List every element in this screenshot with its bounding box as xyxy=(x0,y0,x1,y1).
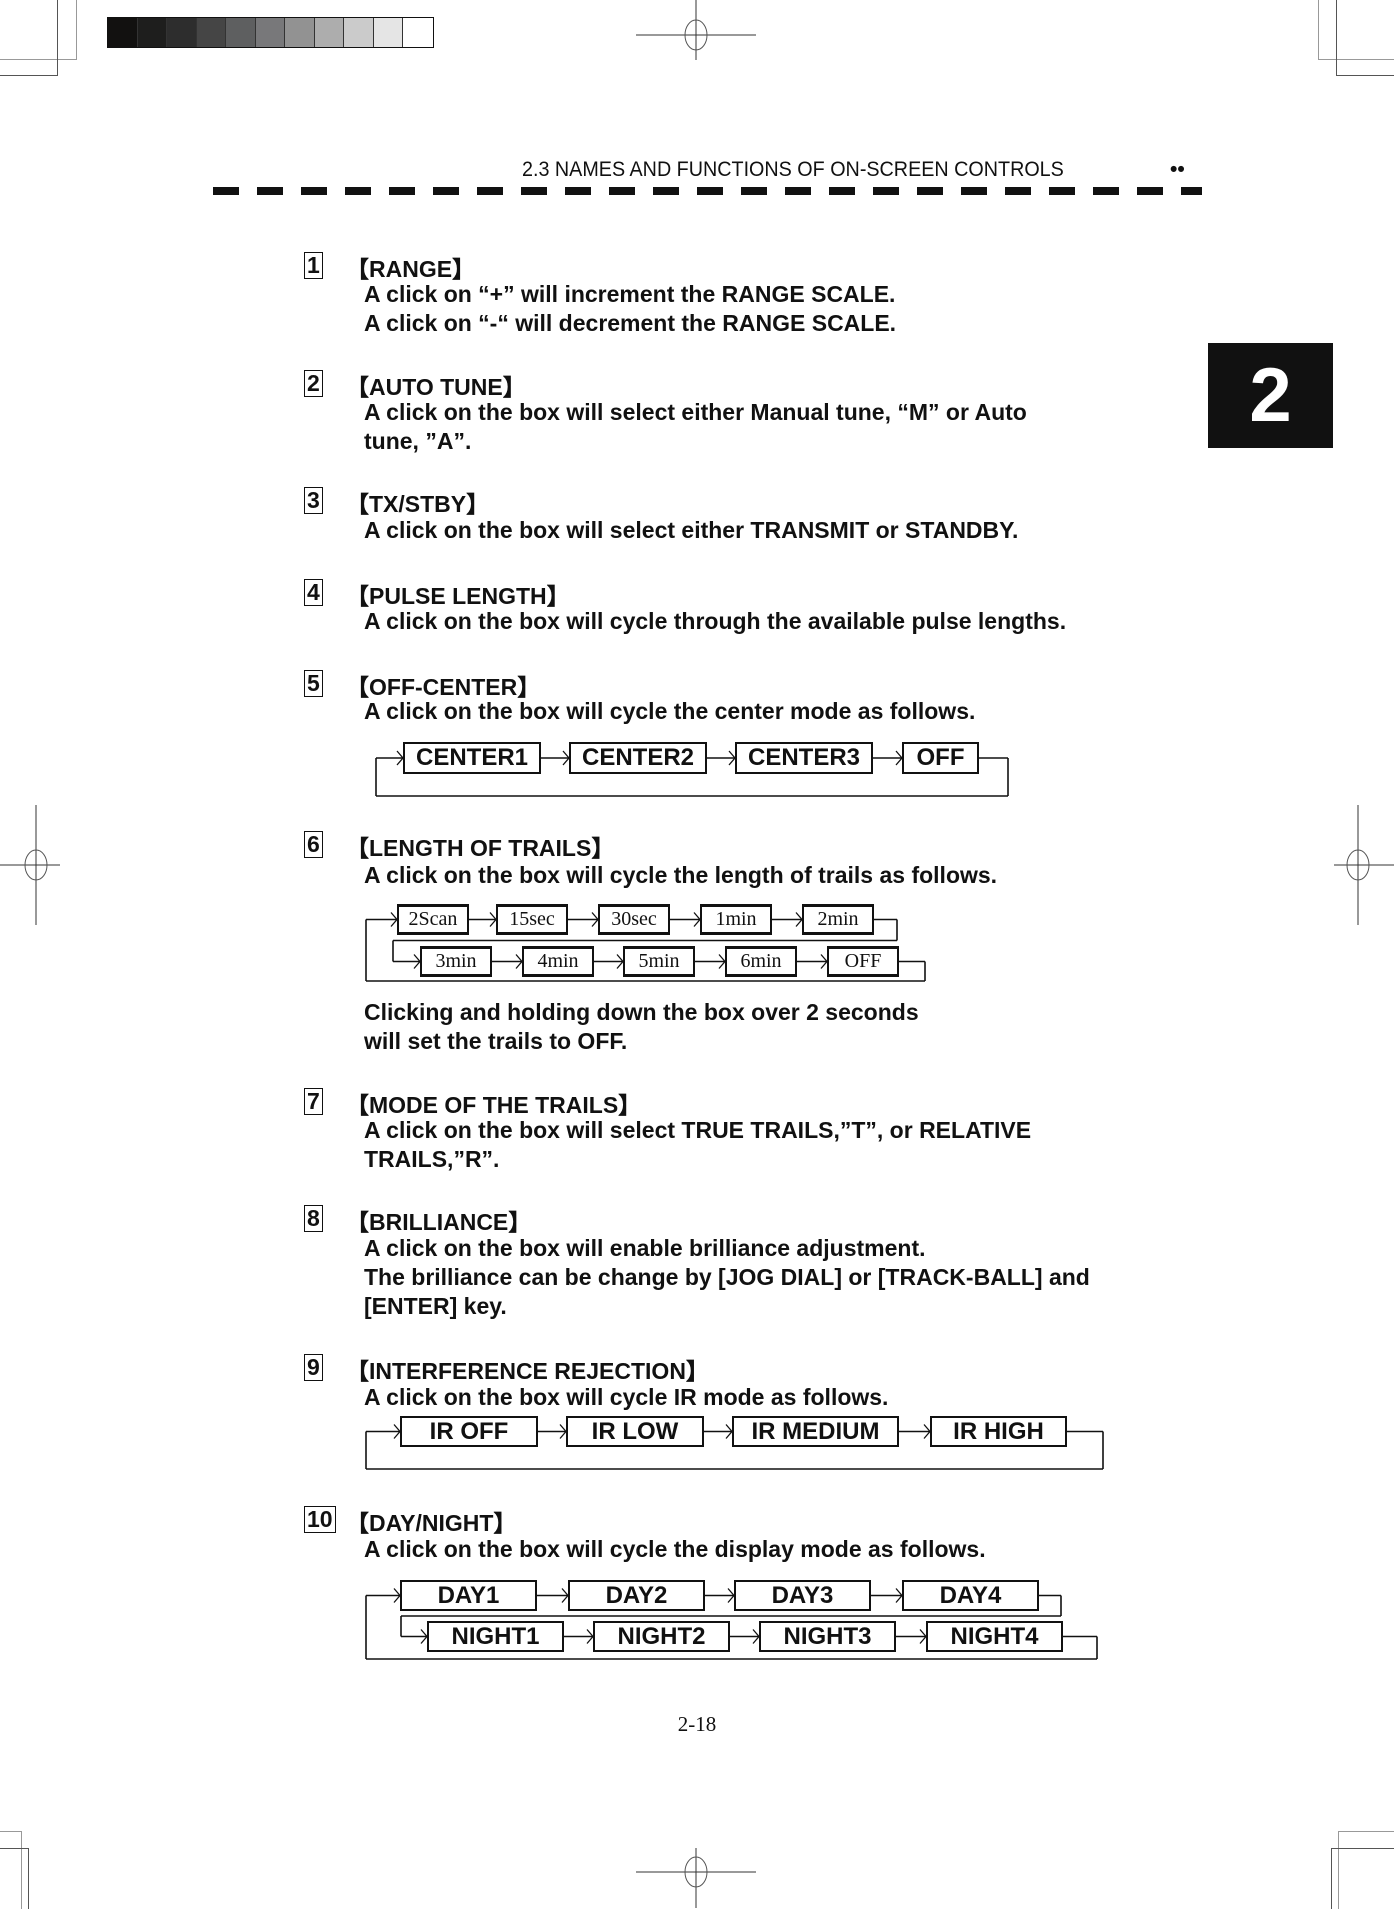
cycle-state-box: DAY3 xyxy=(734,1580,871,1611)
cycle-state-box: NIGHT4 xyxy=(926,1621,1063,1652)
cycle-state-box: NIGHT2 xyxy=(593,1621,730,1652)
cycle-state-box: DAY2 xyxy=(568,1580,705,1611)
cycle-state-box: DAY1 xyxy=(400,1580,537,1611)
page-number: 2-18 xyxy=(677,1712,717,1736)
cycle-state-box: NIGHT3 xyxy=(759,1621,896,1652)
cycle-state-box: NIGHT1 xyxy=(427,1621,564,1652)
cycle-state-box: DAY4 xyxy=(902,1580,1039,1611)
